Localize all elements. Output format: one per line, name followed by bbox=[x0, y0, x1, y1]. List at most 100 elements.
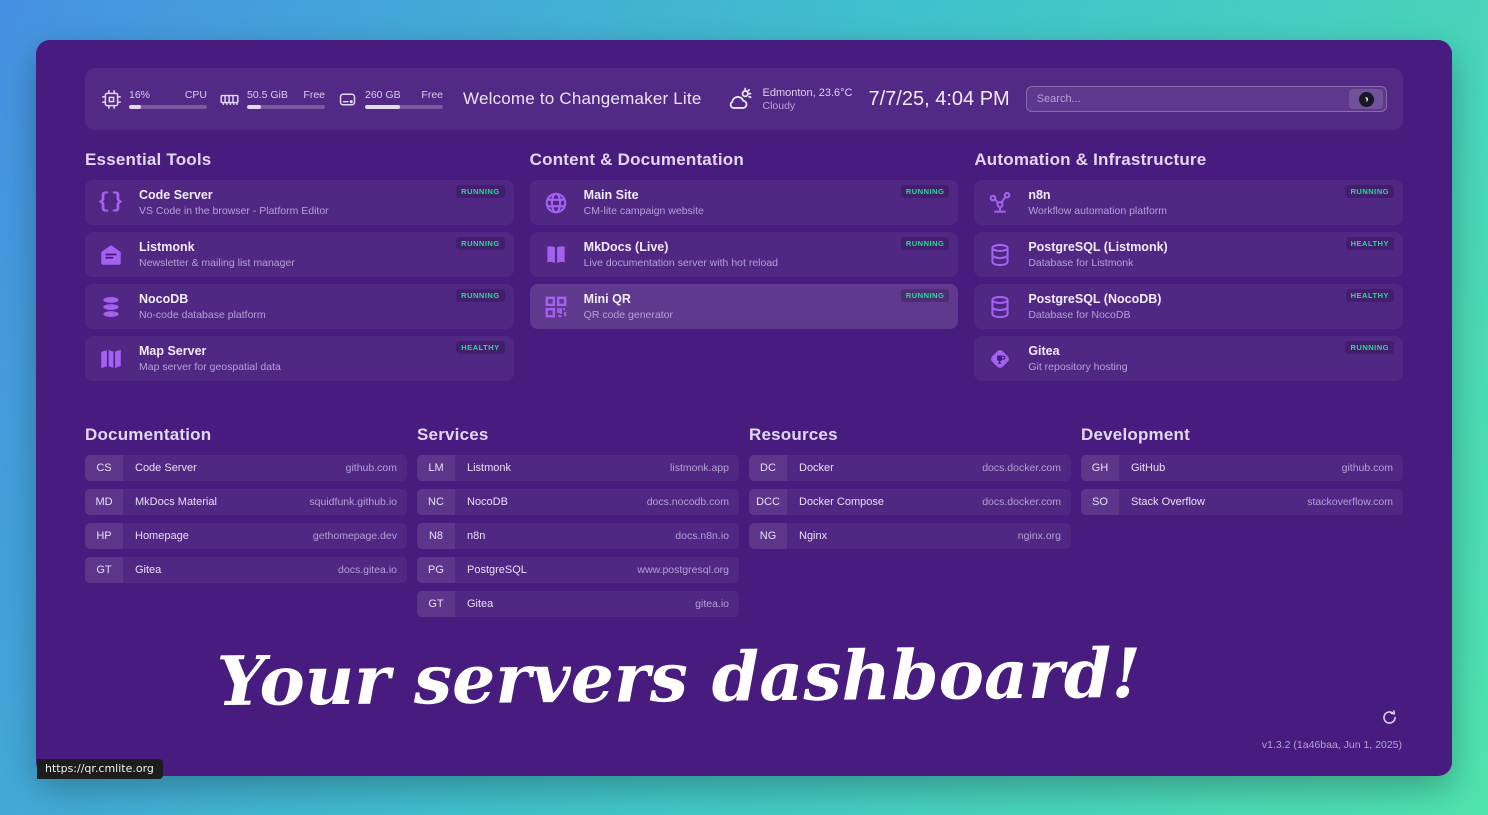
disk-stat-widget: 260 GB Free bbox=[337, 89, 443, 110]
cpu-value: 16% bbox=[129, 89, 150, 101]
service-description: Live documentation server with hot reloa… bbox=[584, 257, 778, 269]
service-name: Gitea bbox=[1028, 344, 1127, 358]
bookmark-listmonk[interactable]: LM Listmonk listmonk.app bbox=[417, 455, 739, 481]
bookmark-docker[interactable]: DC Docker docs.docker.com bbox=[749, 455, 1071, 481]
search-engine-button[interactable] bbox=[1349, 89, 1383, 109]
service-name: NocoDB bbox=[139, 292, 266, 306]
tagline-text: Your servers dashboard! bbox=[36, 632, 1323, 723]
bookmark-abbr: DCC bbox=[749, 489, 787, 515]
mail-icon bbox=[97, 241, 125, 269]
bookmark-name: Homepage bbox=[135, 530, 189, 542]
version-label: v1.3.2 (1a46baa, Jun 1, 2025) bbox=[1262, 739, 1402, 751]
refresh-icon[interactable] bbox=[1380, 708, 1399, 727]
service-name: Listmonk bbox=[139, 240, 295, 254]
cpu-icon bbox=[101, 89, 122, 110]
bookmark-name: Gitea bbox=[135, 564, 161, 576]
status-badge: RUNNING bbox=[456, 289, 505, 302]
service-card-code-server[interactable]: {} Code Server VS Code in the browser - … bbox=[85, 180, 514, 225]
bookmark-url: github.com bbox=[346, 462, 407, 474]
bookmark-n8n[interactable]: N8 n8n docs.n8n.io bbox=[417, 523, 739, 549]
status-badge: HEALTHY bbox=[456, 341, 504, 354]
database-icon bbox=[986, 241, 1014, 269]
service-card-gitea[interactable]: Gitea Git repository hosting RUNNING bbox=[974, 336, 1403, 381]
service-name: Main Site bbox=[584, 188, 704, 202]
bookmark-github[interactable]: GH GitHub github.com bbox=[1081, 455, 1403, 481]
group-title: Content & Documentation bbox=[530, 150, 959, 170]
memory-icon bbox=[219, 89, 240, 110]
bookmark-abbr: NC bbox=[417, 489, 455, 515]
service-card-nocodb[interactable]: NocoDB No-code database platform RUNNING bbox=[85, 284, 514, 329]
database-icon bbox=[986, 293, 1014, 321]
service-card-main-site[interactable]: Main Site CM-lite campaign website RUNNI… bbox=[530, 180, 959, 225]
bookmark-abbr: GH bbox=[1081, 455, 1119, 481]
service-card-listmonk[interactable]: Listmonk Newsletter & mailing list manag… bbox=[85, 232, 514, 277]
bookmark-name: GitHub bbox=[1131, 462, 1165, 474]
disk-value: 260 GB bbox=[365, 89, 401, 101]
service-description: QR code generator bbox=[584, 309, 673, 321]
bookmark-url: docs.docker.com bbox=[982, 496, 1071, 508]
bookmark-code-server[interactable]: CS Code Server github.com bbox=[85, 455, 407, 481]
bookmark-stack-overflow[interactable]: SO Stack Overflow stackoverflow.com bbox=[1081, 489, 1403, 515]
bookmark-postgresql[interactable]: PG PostgreSQL www.postgresql.org bbox=[417, 557, 739, 583]
group-title: Documentation bbox=[85, 425, 407, 445]
service-description: Git repository hosting bbox=[1028, 361, 1127, 373]
status-badge: RUNNING bbox=[901, 289, 950, 302]
bookmark-url: gethomepage.dev bbox=[313, 530, 407, 542]
bookmark-nginx[interactable]: NG Nginx nginx.org bbox=[749, 523, 1071, 549]
bookmark-name: Stack Overflow bbox=[1131, 496, 1205, 508]
service-card-map-server[interactable]: Map Server Map server for geospatial dat… bbox=[85, 336, 514, 381]
bookmark-homepage[interactable]: HP Homepage gethomepage.dev bbox=[85, 523, 407, 549]
group-title: Development bbox=[1081, 425, 1403, 445]
workflow-icon bbox=[986, 189, 1014, 217]
memory-label: Free bbox=[303, 89, 325, 101]
bookmark-url: docs.nocodb.com bbox=[647, 496, 739, 508]
bookmark-docker-compose[interactable]: DCC Docker Compose docs.docker.com bbox=[749, 489, 1071, 515]
bookmark-gitea[interactable]: GT Gitea gitea.io bbox=[417, 591, 739, 617]
search-bar[interactable] bbox=[1026, 86, 1387, 112]
group-title: Resources bbox=[749, 425, 1071, 445]
bookmark-url: docs.gitea.io bbox=[338, 564, 407, 576]
bookmark-abbr: NG bbox=[749, 523, 787, 549]
disk-progress-bar bbox=[365, 105, 443, 109]
weather-condition: Cloudy bbox=[762, 100, 852, 112]
service-description: VS Code in the browser - Platform Editor bbox=[139, 205, 329, 217]
bookmark-abbr: GT bbox=[417, 591, 455, 617]
service-description: Newsletter & mailing list manager bbox=[139, 257, 295, 269]
bookmark-nocodb[interactable]: NC NocoDB docs.nocodb.com bbox=[417, 489, 739, 515]
status-badge: RUNNING bbox=[901, 185, 950, 198]
service-card-mini-qr[interactable]: Mini QR QR code generator RUNNING bbox=[530, 284, 959, 329]
cpu-progress-bar bbox=[129, 105, 207, 109]
bookmark-abbr: GT bbox=[85, 557, 123, 583]
bookmark-abbr: CS bbox=[85, 455, 123, 481]
datetime-display: 7/7/25, 4:04 PM bbox=[869, 88, 1010, 111]
bookmark-url: docs.n8n.io bbox=[675, 530, 739, 542]
bookmark-url: www.postgresql.org bbox=[637, 564, 739, 576]
service-card-postgresql-nocodb[interactable]: PostgreSQL (NocoDB) Database for NocoDB … bbox=[974, 284, 1403, 329]
service-name: Mini QR bbox=[584, 292, 673, 306]
bookmark-url: gitea.io bbox=[695, 598, 739, 610]
service-name: Code Server bbox=[139, 188, 329, 202]
service-groups: Essential Tools {} Code Server VS Code i… bbox=[85, 150, 1403, 381]
service-card-n8n[interactable]: n8n Workflow automation platform RUNNING bbox=[974, 180, 1403, 225]
service-description: No-code database platform bbox=[139, 309, 266, 321]
link-status-tooltip: https://qr.cmlite.org bbox=[37, 759, 163, 779]
bookmark-url: nginx.org bbox=[1018, 530, 1071, 542]
service-card-mkdocs[interactable]: MkDocs (Live) Live documentation server … bbox=[530, 232, 959, 277]
bookmark-name: NocoDB bbox=[467, 496, 508, 508]
status-badge: RUNNING bbox=[1345, 185, 1394, 198]
bookmark-url: docs.docker.com bbox=[982, 462, 1071, 474]
group-title: Automation & Infrastructure bbox=[974, 150, 1403, 170]
service-card-postgresql-listmonk[interactable]: PostgreSQL (Listmonk) Database for Listm… bbox=[974, 232, 1403, 277]
service-name: Map Server bbox=[139, 344, 281, 358]
bookmark-abbr: PG bbox=[417, 557, 455, 583]
duckduckgo-icon bbox=[1359, 92, 1374, 107]
bookmark-url: stackoverflow.com bbox=[1307, 496, 1403, 508]
bookmark-mkdocs-material[interactable]: MD MkDocs Material squidfunk.github.io bbox=[85, 489, 407, 515]
weather-widget[interactable]: Edmonton, 23.6°C Cloudy bbox=[727, 86, 852, 113]
search-input[interactable] bbox=[1037, 93, 1341, 105]
bookmark-abbr: DC bbox=[749, 455, 787, 481]
bookmark-url: github.com bbox=[1342, 462, 1403, 474]
service-description: Map server for geospatial data bbox=[139, 361, 281, 373]
bookmark-gitea-docs[interactable]: GT Gitea docs.gitea.io bbox=[85, 557, 407, 583]
bookmark-group-services: Services LM Listmonk listmonk.app NC Noc… bbox=[417, 425, 739, 617]
